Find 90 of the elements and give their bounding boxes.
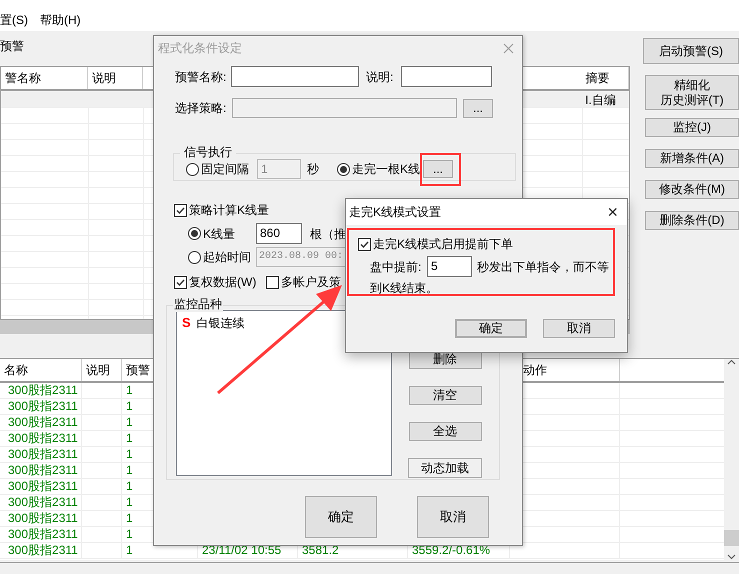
note-field[interactable] bbox=[401, 66, 492, 87]
table-cell: 23/11/02 10:55 bbox=[202, 543, 282, 557]
radio-button[interactable] bbox=[188, 227, 201, 240]
cancel-button[interactable]: 取消 bbox=[543, 319, 615, 338]
settings-button[interactable]: ... bbox=[423, 160, 454, 178]
highlight-frame bbox=[420, 153, 461, 186]
group-title: 信号执行 bbox=[180, 144, 236, 160]
table-cell: 300股指2311 bbox=[8, 527, 78, 541]
option-label: 复权数据(W) bbox=[189, 274, 258, 291]
table-cell: 300股指2311 bbox=[8, 447, 78, 461]
scroll-up-icon[interactable] bbox=[727, 359, 736, 365]
radio-button[interactable] bbox=[186, 162, 199, 176]
symbol-letter: S bbox=[182, 314, 191, 332]
table-cell: 300股指2311 bbox=[8, 463, 78, 477]
option-label: 秒发出下单指令，而不等 bbox=[477, 258, 609, 276]
checkbox[interactable] bbox=[358, 238, 371, 250]
menu-item[interactable]: 帮助(H) bbox=[40, 11, 81, 29]
table-cell: 300股指2311 bbox=[8, 479, 78, 493]
table-cell: 1 bbox=[126, 463, 133, 477]
table-cell: 3559.2/-0.61% bbox=[412, 543, 490, 557]
table-cell: 1 bbox=[126, 447, 133, 461]
table-cell: 1 bbox=[126, 511, 133, 525]
option-label: 起始时间 bbox=[203, 249, 252, 266]
window-title: 走完K线模式设置 bbox=[349, 204, 442, 221]
action-button[interactable]: 删除条件(D) bbox=[645, 211, 739, 230]
column-header[interactable]: 名称 bbox=[0, 359, 82, 381]
radio-button[interactable] bbox=[188, 250, 201, 264]
table-cell: 300股指2311 bbox=[8, 543, 78, 557]
action-button[interactable]: 启动预警(S) bbox=[643, 38, 739, 64]
table-cell: 3581.2 bbox=[302, 543, 339, 557]
radio-button[interactable] bbox=[337, 162, 350, 176]
panel-title: 预警 bbox=[0, 39, 24, 53]
option-label: 到K线结束。 bbox=[369, 280, 440, 297]
table-cell: 300股指2311 bbox=[8, 399, 78, 413]
option-label: 走完一根K线 bbox=[352, 161, 420, 178]
cancel-button[interactable]: 取消 bbox=[417, 496, 489, 538]
window-title: 程式化条件设定 bbox=[158, 40, 242, 57]
bar-count-field[interactable]: 860 bbox=[256, 223, 302, 244]
menu-item[interactable]: 置(S) bbox=[0, 11, 28, 29]
checkbox[interactable] bbox=[174, 276, 187, 288]
table-cell: 1 bbox=[126, 479, 133, 493]
table-cell: 300股指2311 bbox=[8, 511, 78, 525]
alert-name-field[interactable] bbox=[231, 66, 359, 87]
option-label: 走完K线模式启用提前下单 bbox=[373, 236, 514, 253]
table-cell: 300股指2311 bbox=[8, 415, 78, 429]
strategy-field[interactable] bbox=[232, 98, 457, 118]
checkbox[interactable] bbox=[174, 204, 187, 216]
action-button[interactable]: 新增条件(A) bbox=[645, 149, 739, 168]
table-cell: 1 bbox=[126, 415, 133, 429]
column-header[interactable]: 说明 bbox=[82, 359, 122, 381]
group-title: 监控品种 bbox=[173, 296, 223, 312]
scroll-thumb[interactable] bbox=[724, 530, 739, 546]
option-label: K线量 bbox=[203, 226, 236, 242]
action-button[interactable]: 修改条件(M) bbox=[645, 180, 739, 199]
table-cell: 300股指2311 bbox=[8, 431, 78, 445]
symbol-name: 白银连续 bbox=[196, 314, 245, 332]
table-cell: 300股指2311 bbox=[8, 383, 78, 397]
column-header[interactable]: 警名称 bbox=[1, 67, 88, 89]
option-label: 多帐户及策 bbox=[281, 274, 341, 291]
list-button[interactable]: 全选 bbox=[408, 422, 482, 441]
table-cell: 300股指2311 bbox=[8, 495, 78, 509]
action-button[interactable]: 精细化 历史测评(T) bbox=[645, 75, 739, 110]
table-cell: 1 bbox=[126, 431, 133, 445]
option-label: 策略计算K线量 bbox=[189, 202, 270, 219]
ok-button[interactable]: 确定 bbox=[455, 319, 527, 338]
table-cell: 1 bbox=[126, 495, 133, 509]
seconds-field[interactable]: 5 bbox=[427, 256, 472, 277]
unit-label: 根（推 bbox=[310, 226, 346, 242]
action-button[interactable]: 监控(J) bbox=[645, 118, 739, 137]
list-button[interactable]: 清空 bbox=[408, 386, 482, 405]
unit-label: 秒 bbox=[307, 161, 320, 178]
ok-button[interactable]: 确定 bbox=[305, 496, 377, 538]
column-header[interactable]: 说明 bbox=[88, 67, 142, 89]
list-button[interactable]: 动态加载 bbox=[408, 458, 482, 478]
option-label: 固定间隔 bbox=[201, 161, 250, 178]
field-label: 预警名称: bbox=[175, 68, 228, 86]
table-cell: 1 bbox=[126, 399, 133, 413]
scroll-down-icon[interactable] bbox=[727, 554, 736, 560]
column-header[interactable]: 摘要 bbox=[582, 67, 629, 89]
browse-button[interactable]: ... bbox=[463, 98, 493, 118]
table-cell-text: I.自编 bbox=[584, 93, 616, 107]
field-label: 选择策略: bbox=[175, 100, 228, 117]
table-cell: 1 bbox=[126, 543, 133, 557]
close-button[interactable]: × bbox=[607, 203, 618, 221]
table-cell: 1 bbox=[126, 527, 133, 541]
field-label: 说明: bbox=[366, 68, 394, 86]
field-label: 盘中提前: bbox=[370, 258, 422, 276]
table-cell: 1 bbox=[126, 383, 133, 397]
checkbox[interactable] bbox=[266, 276, 279, 288]
scrollbar[interactable] bbox=[724, 359, 739, 560]
